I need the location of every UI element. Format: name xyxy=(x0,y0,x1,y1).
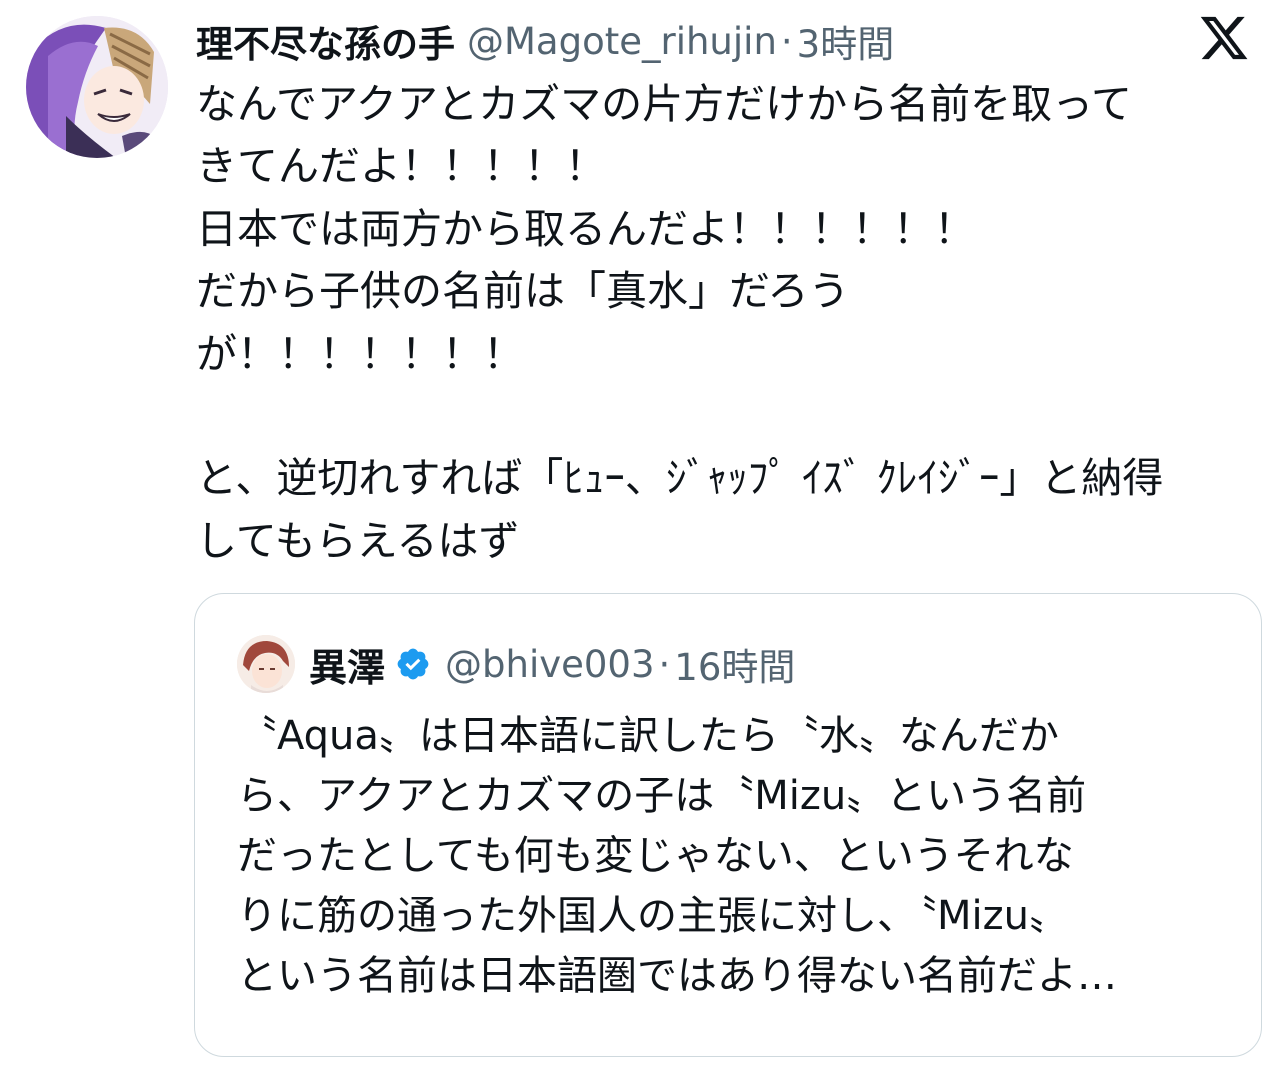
quoted-text-line: ら、アクアとカズマの子は〝Mizu〟という名前 xyxy=(237,773,1087,819)
author-handle[interactable]: @Magote_rihujin xyxy=(467,20,777,63)
quoted-author-avatar[interactable] xyxy=(237,635,295,693)
header-separator: · xyxy=(780,19,793,63)
quoted-author-display-name[interactable]: 異澤 xyxy=(309,637,385,692)
quoted-text-line: だったとしても何も変じゃない、というそれな xyxy=(237,833,1074,879)
quoted-tweet-timestamp[interactable]: 16時間 xyxy=(674,637,795,691)
quoted-header-separator: · xyxy=(658,642,671,686)
tweet-text-line: だから子供の名前は「真水」だろう xyxy=(196,267,850,316)
verified-badge-icon xyxy=(395,646,431,682)
tweet-header: 理不尽な孫の手 @Magote_rihujin · 3時間 xyxy=(196,14,894,68)
quoted-tweet[interactable]: 異澤 @bhive003 · 16時間 〝Aqua〟は日本語に訳したら〝水〟なん… xyxy=(194,593,1262,1057)
tweet-text-line: してもらえるはず xyxy=(196,516,520,565)
anime-character-avatar-icon xyxy=(26,16,168,158)
author-display-name[interactable]: 理不尽な孫の手 xyxy=(196,14,455,68)
tweet[interactable]: 理不尽な孫の手 @Magote_rihujin · 3時間 なんでアクアとカズマ… xyxy=(0,0,1268,1068)
anime-character-avatar-icon xyxy=(237,635,295,693)
x-logo-icon xyxy=(1198,12,1250,64)
author-avatar[interactable] xyxy=(26,16,168,158)
tweet-text-line: と、逆切れすれば「ﾋｭｰ、ｼﾞｬｯﾌﾟ ｲｽﾞ ｸﾚｲｼﾞｰ」と納得 xyxy=(196,454,1164,503)
tweet-text: なんでアクアとカズマの片方だけから名前を取って きてんだよ！！！！！ 日本では両… xyxy=(196,73,1246,572)
tweet-text-line: 日本では両方から取るんだよ！！！！！！ xyxy=(196,204,975,253)
tweet-text-line: なんでアクアとカズマの片方だけから名前を取って xyxy=(196,80,1133,128)
tweet-timestamp[interactable]: 3時間 xyxy=(797,14,895,68)
quoted-text-line: 〝Aqua〟は日本語に訳したら〝水〟なんだか xyxy=(237,713,1059,759)
tweet-text-line: が！！！！！！！ xyxy=(196,329,524,378)
quoted-text-line: という名前は日本語圏ではあり得ない名前だよ… xyxy=(237,953,1117,999)
quoted-author-handle[interactable]: @bhive003 xyxy=(445,643,655,686)
quoted-tweet-header: 異澤 @bhive003 · 16時間 xyxy=(237,632,795,696)
quoted-text-line: りに筋の通った外国人の主張に対し、〝Mizu〟 xyxy=(237,893,1069,939)
tweet-text-line: きてんだよ！！！！！ xyxy=(196,142,606,191)
quoted-tweet-text: 〝Aqua〟は日本語に訳したら〝水〟なんだか ら、アクアとカズマの子は〝Mizu… xyxy=(237,706,1237,1006)
